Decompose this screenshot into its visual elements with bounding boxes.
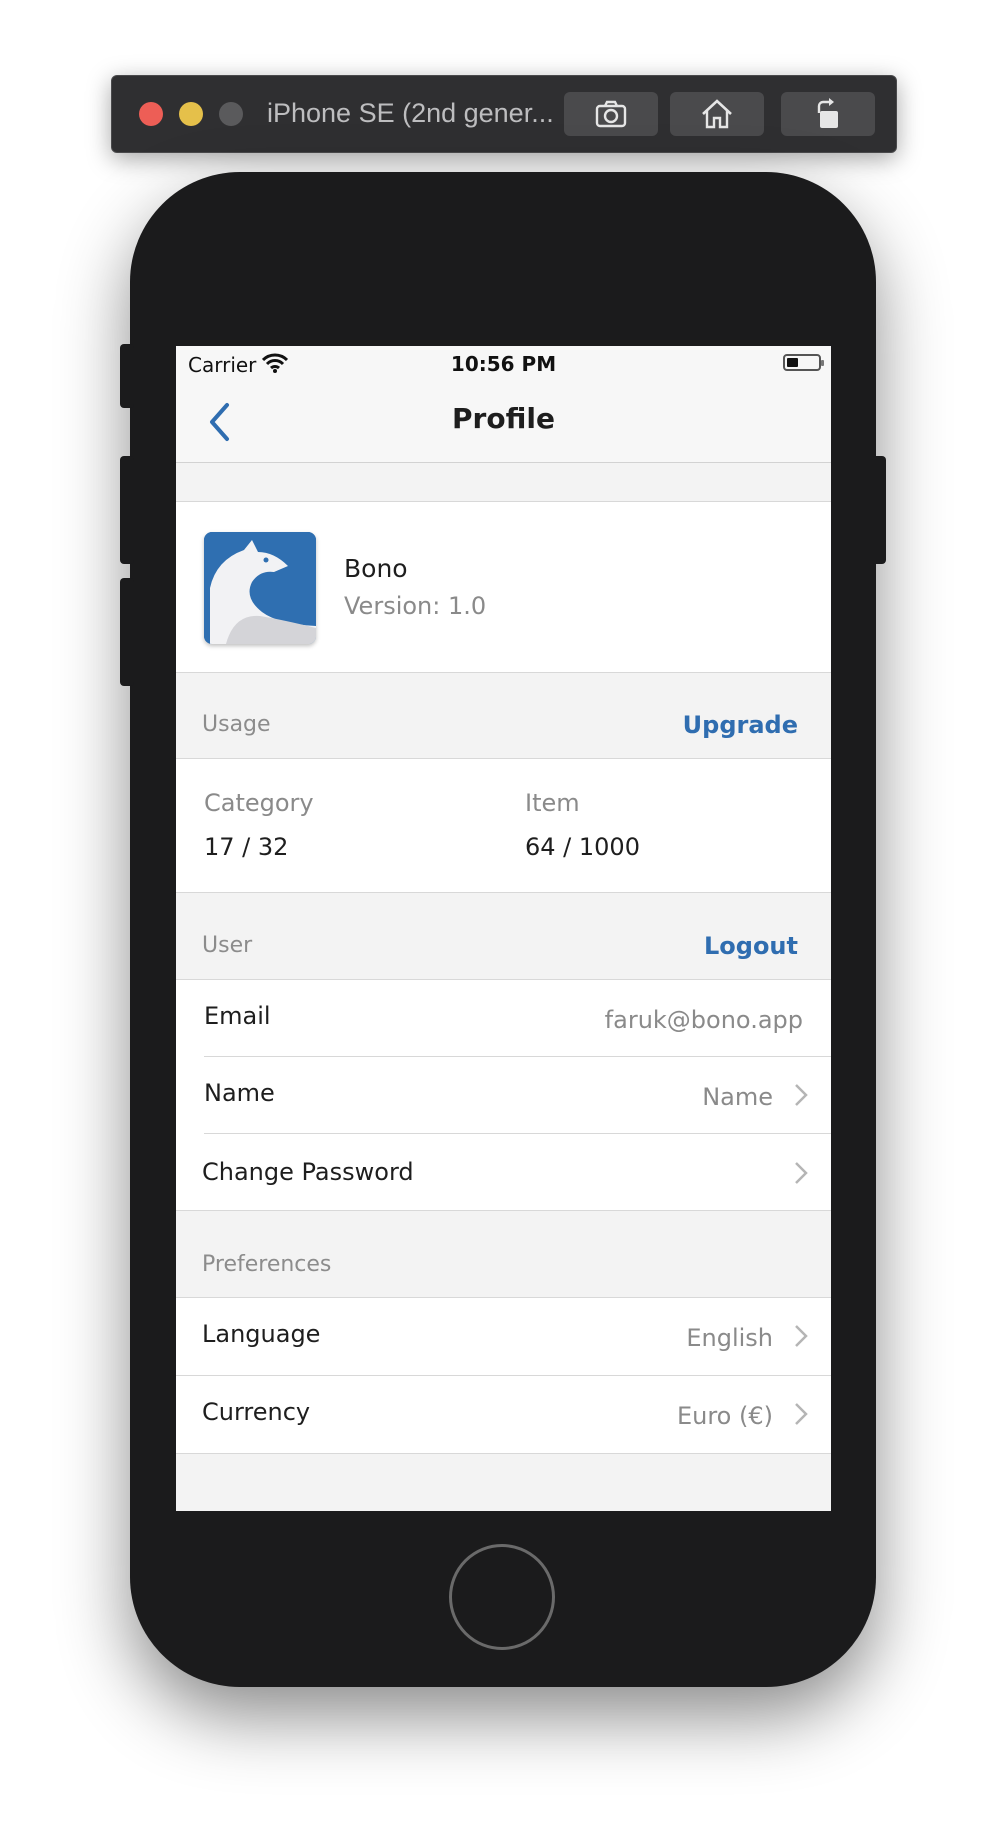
name-value: Name xyxy=(702,1083,773,1111)
page-title: Profile xyxy=(452,402,555,435)
email-label: Email xyxy=(204,1002,271,1030)
user-section-label: User xyxy=(202,933,253,958)
battery-icon xyxy=(783,354,824,371)
app-name: Bono xyxy=(344,554,408,583)
hardware-home-button[interactable] xyxy=(449,1544,555,1650)
power-button xyxy=(872,456,886,564)
app-info-card: Bono Version: 1.0 xyxy=(176,501,831,673)
preferences-section-label: Preferences xyxy=(202,1252,332,1277)
simulator-title: iPhone SE (2nd gener... xyxy=(267,98,554,128)
close-window-button[interactable] xyxy=(139,102,163,126)
email-value: faruk@bono.app xyxy=(604,1006,803,1034)
simulator-title-bar: iPhone SE (2nd gener... xyxy=(111,75,897,153)
language-row[interactable]: Language English xyxy=(176,1298,831,1375)
screenshot-icon xyxy=(595,100,627,128)
logout-button[interactable]: Logout xyxy=(704,932,798,960)
chevron-right-icon xyxy=(795,1084,808,1106)
currency-value: Euro (€) xyxy=(676,1402,773,1430)
upgrade-button[interactable]: Upgrade xyxy=(683,711,798,739)
status-bar: Carrier 10:56 PM xyxy=(176,346,831,382)
item-count: 64 / 1000 xyxy=(525,833,640,861)
change-password-label: Change Password xyxy=(202,1158,414,1186)
zoom-window-button[interactable] xyxy=(219,102,243,126)
name-row[interactable]: Name Name xyxy=(176,1057,831,1134)
change-password-row[interactable]: Change Password xyxy=(176,1134,831,1210)
screenshot-button[interactable] xyxy=(564,92,658,136)
silent-switch xyxy=(120,344,134,408)
usage-section-label: Usage xyxy=(202,712,271,737)
volume-down-button xyxy=(120,578,134,686)
app-logo xyxy=(204,532,316,644)
status-time: 10:56 PM xyxy=(450,352,557,376)
home-button[interactable] xyxy=(670,92,764,136)
rotate-button[interactable] xyxy=(781,92,875,136)
navigation-bar: Profile xyxy=(176,382,831,463)
chevron-right-icon xyxy=(795,1403,808,1425)
wolf-logo-icon xyxy=(204,532,316,644)
language-label: Language xyxy=(202,1320,321,1348)
home-icon xyxy=(702,99,732,129)
category-count: 17 / 32 xyxy=(204,833,289,861)
volume-up-button xyxy=(120,456,134,564)
device-screen: Carrier 10:56 PM Profile Bono Version: 1… xyxy=(176,346,831,1511)
chevron-right-icon xyxy=(795,1325,808,1347)
item-label: Item xyxy=(525,789,580,817)
minimize-window-button[interactable] xyxy=(179,102,203,126)
app-version: Version: 1.0 xyxy=(344,592,487,620)
language-value: English xyxy=(686,1324,773,1352)
currency-label: Currency xyxy=(202,1398,311,1426)
usage-card: Category 17 / 32 Item 64 / 1000 xyxy=(176,758,831,893)
category-label: Category xyxy=(204,789,314,817)
user-card: Email faruk@bono.app Name Name Change Pa… xyxy=(176,979,831,1211)
chevron-right-icon xyxy=(795,1162,808,1184)
rotate-icon xyxy=(817,98,838,128)
currency-row[interactable]: Currency Euro (€) xyxy=(176,1376,831,1453)
preferences-card: Language English Currency Euro (€) xyxy=(176,1297,831,1454)
name-label: Name xyxy=(204,1079,275,1107)
